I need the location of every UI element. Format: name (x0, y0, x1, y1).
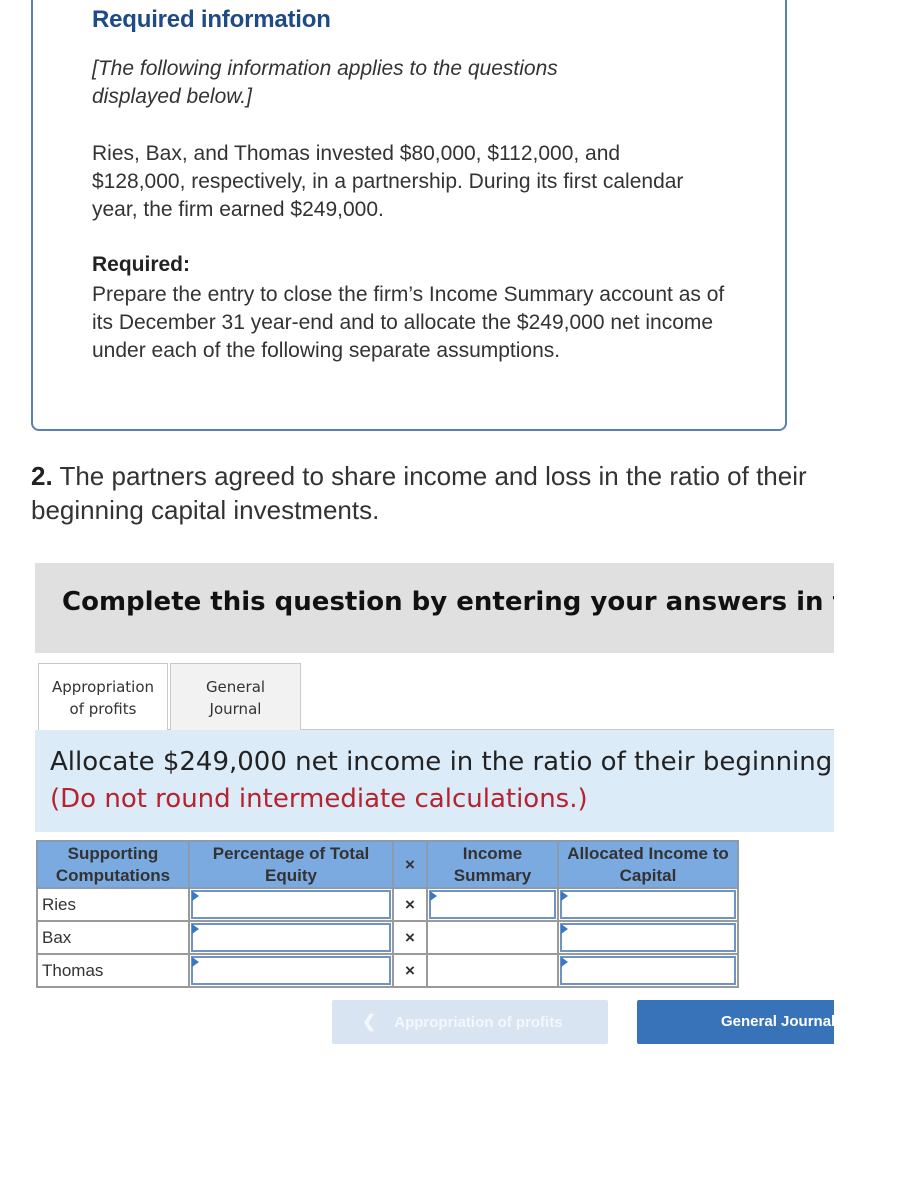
thomas-allocated-income-input[interactable] (560, 956, 736, 985)
multiply-icon: × (392, 953, 428, 988)
pct-cell (188, 953, 394, 988)
row-label: Bax (36, 920, 190, 955)
rounding-warning: (Do not round intermediate calculations.… (50, 784, 588, 814)
header-supporting-computations: Supporting Computations (36, 840, 190, 889)
header-income-summary: Income Summary (426, 840, 559, 889)
table-header-row: Supporting Computations Percentage of To… (36, 840, 739, 889)
table-row-bax: Bax × (36, 920, 739, 955)
multiply-icon: × (392, 920, 428, 955)
thomas-income-summary-cell (426, 953, 559, 988)
income-cell (426, 887, 559, 922)
prev-tab-button[interactable]: ❮ Appropriation of profits (332, 1000, 608, 1044)
tab-general-journal[interactable]: General Journal (170, 663, 301, 730)
table-row-thomas: Thomas × (36, 953, 739, 988)
header-allocated-income: Allocated Income to Capital (557, 840, 739, 889)
multiply-icon: × (392, 887, 428, 922)
alloc-cell (557, 920, 739, 955)
bax-allocated-income-input[interactable] (560, 923, 736, 952)
input-flag-icon (561, 957, 568, 967)
ries-income-summary-input[interactable] (429, 890, 556, 919)
tab-label: General Journal (205, 678, 266, 718)
alloc-cell (557, 887, 739, 922)
chevron-left-icon: ❮ (362, 1012, 377, 1031)
banner-text: Complete this question by entering your … (62, 587, 834, 617)
instruction-text: Allocate $249,000 net income in the rati… (50, 747, 834, 777)
input-flag-icon (430, 891, 437, 901)
supporting-computations-table: Supporting Computations Percentage of To… (36, 840, 739, 988)
prev-tab-label: Appropriation of profits (394, 1013, 563, 1031)
input-flag-icon (561, 924, 568, 934)
instructions-panel: Allocate $249,000 net income in the rati… (35, 730, 834, 832)
input-flag-icon (561, 891, 568, 901)
input-flag-icon (192, 957, 199, 967)
row-label: Ries (36, 887, 190, 922)
table-row-ries: Ries × (36, 887, 739, 922)
pct-cell (188, 920, 394, 955)
tab-label: Appropriation of profits (51, 678, 155, 718)
header-percentage-total-equity: Percentage of Total Equity (188, 840, 394, 889)
pct-cell (188, 887, 394, 922)
input-flag-icon (192, 924, 199, 934)
input-flag-icon (192, 891, 199, 901)
next-tab-button[interactable]: General Journal (637, 1000, 834, 1044)
row-label: Thomas (36, 953, 190, 988)
next-tab-label: General Journal (721, 1013, 834, 1030)
alloc-cell (557, 953, 739, 988)
ries-allocated-income-input[interactable] (560, 890, 736, 919)
tab-appropriation-of-profits[interactable]: Appropriation of profits (38, 663, 168, 730)
answer-panel: Complete this question by entering your … (0, 0, 834, 1200)
multiply-icon: × (392, 840, 428, 889)
bax-income-summary-cell (426, 920, 559, 955)
bax-percentage-input[interactable] (191, 923, 391, 952)
instruction-banner: Complete this question by entering your … (35, 563, 834, 653)
thomas-percentage-input[interactable] (191, 956, 391, 985)
ries-percentage-input[interactable] (191, 890, 391, 919)
